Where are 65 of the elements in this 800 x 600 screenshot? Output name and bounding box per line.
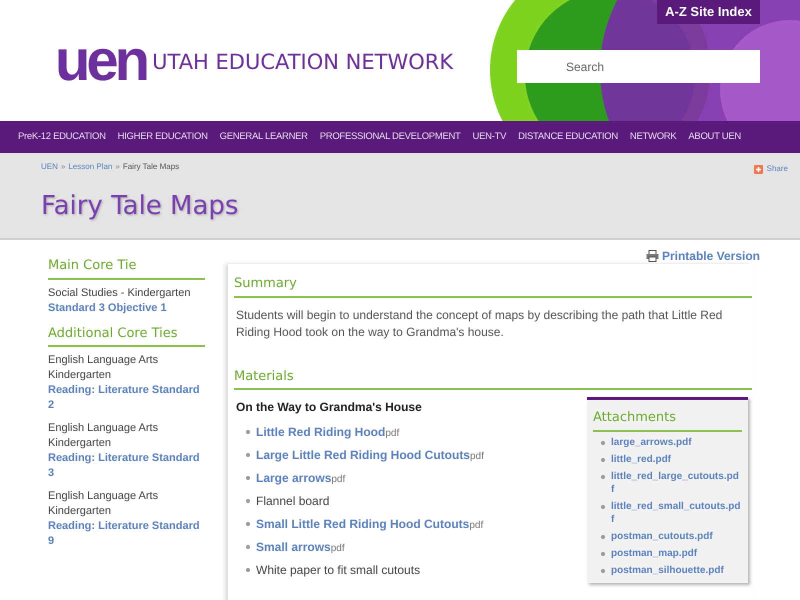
- site-index-button[interactable]: A-Z Site Index: [657, 0, 760, 24]
- attachment-link[interactable]: postman_map.pdf: [611, 546, 698, 560]
- subject-text: English Language Arts Kindergarten: [48, 489, 160, 519]
- breadcrumb-separator: »: [115, 161, 120, 173]
- material-link[interactable]: Large Little Red Riding Hood Cutoutspdf: [256, 446, 484, 464]
- bullet-icon: [246, 544, 250, 548]
- section-heading: Additional Core Ties: [48, 324, 205, 347]
- nav-link[interactable]: ABOUT UEN: [688, 130, 741, 144]
- share-link[interactable]: Share: [766, 163, 788, 175]
- attachment-link[interactable]: large_arrows.pdf: [611, 436, 692, 448]
- materials-subheading: On the Way to Grandma's House: [236, 399, 423, 416]
- material-link[interactable]: Small arrowspdf: [256, 538, 345, 556]
- breadcrumb-separator: »: [60, 161, 66, 173]
- printer-icon: [646, 250, 659, 262]
- section-heading: Summary: [234, 274, 752, 298]
- material-link[interactable]: Large arrowspdf: [256, 468, 346, 486]
- subject-text: English Language Arts Kindergarten: [48, 421, 160, 451]
- breadcrumb-link[interactable]: UEN: [41, 161, 58, 173]
- material-text: Flannel board: [256, 492, 330, 510]
- section-heading: Main Core Tie: [48, 256, 205, 280]
- bullet-icon: [246, 522, 250, 526]
- standard-link[interactable]: Reading: Literature Standard 9: [48, 519, 205, 549]
- nav-link[interactable]: DISTANCE EDUCATION: [518, 130, 618, 144]
- nav-link[interactable]: PROFESSIONAL DEVELOPMENT: [320, 130, 461, 144]
- bullet-icon: [246, 568, 250, 572]
- plus-icon: [754, 164, 763, 174]
- bullet-icon: [246, 498, 250, 502]
- breadcrumb-link[interactable]: Lesson Plan: [68, 161, 112, 173]
- printable-version-link[interactable]: Printable Version: [662, 247, 760, 265]
- section-heading: Attachments: [593, 408, 742, 432]
- bullet-icon: [246, 452, 250, 456]
- nav-link[interactable]: NETWORK: [630, 130, 676, 144]
- site-name: UTAH EDUCATION NETWORK: [152, 48, 454, 76]
- attachment-link[interactable]: little_red.pdf: [611, 452, 672, 466]
- bullet-icon: [601, 474, 605, 478]
- subject-text: English Language Arts Kindergarten: [48, 353, 160, 383]
- page-title: Fairy Tale Maps: [41, 193, 240, 219]
- bullet-icon: [601, 568, 605, 572]
- bullet-icon: [601, 440, 605, 444]
- material-link[interactable]: Little Red Riding Hoodpdf: [256, 422, 400, 440]
- nav-link[interactable]: PreK-12 EDUCATION: [18, 130, 106, 144]
- standard-link[interactable]: Reading: Literature Standard 2: [48, 383, 205, 413]
- nav-link[interactable]: GENERAL LEARNER: [220, 130, 308, 144]
- summary-text: Students will begin to understand the concept of maps by describing the path that Little Red Riding Hood took on the way to Grandma's house.: [235, 306, 724, 340]
- bullet-icon: [246, 430, 250, 434]
- standard-link[interactable]: Reading: Literature Standard 3: [48, 451, 205, 481]
- nav-link[interactable]: UEN-TV: [472, 130, 506, 144]
- breadcrumb-current: Fairy Tale Maps: [122, 161, 180, 173]
- attachment-link[interactable]: postman_cutouts.pdf: [611, 530, 713, 542]
- bullet-icon: [601, 552, 605, 556]
- section-heading: Materials: [234, 366, 752, 390]
- bullet-icon: [601, 458, 605, 462]
- nav-link[interactable]: HIGHER EDUCATION: [118, 130, 208, 144]
- bullet-icon: [246, 476, 250, 480]
- standard-link[interactable]: Standard 3 Objective 1: [48, 300, 205, 316]
- attachment-link[interactable]: postman_silhouette.pdf: [611, 564, 724, 576]
- material-link[interactable]: Small Little Red Riding Hood Cutoutspdf: [256, 514, 484, 532]
- attachment-link[interactable]: little_red_small_cutouts.pdf: [611, 500, 742, 526]
- logo-mark[interactable]: uen: [55, 32, 146, 90]
- attachment-link[interactable]: little_red_large_cutouts.pdf: [611, 470, 742, 496]
- material-text: White paper to fit small cutouts: [256, 562, 420, 578]
- bullet-icon: [601, 534, 605, 538]
- bullet-icon: [601, 504, 605, 508]
- search-field[interactable]: Search: [517, 50, 760, 83]
- subject-text: Social Studies - Kindergarten: [48, 286, 192, 300]
